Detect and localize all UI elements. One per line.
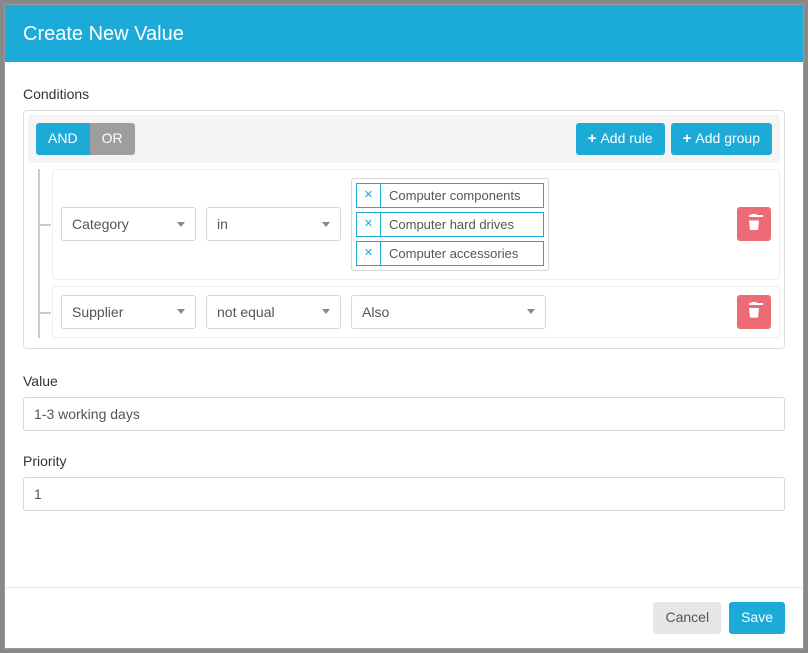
add-rule-button[interactable]: + Add rule: [576, 123, 665, 155]
tag-label: Computer hard drives: [381, 213, 543, 236]
field-value: Category: [72, 216, 129, 232]
conjunction-toggle: AND OR: [36, 123, 135, 155]
add-rule-label: Add rule: [600, 129, 652, 149]
value-label: Value: [23, 373, 785, 389]
modal-dialog: Create New Value Conditions AND OR + Add…: [4, 4, 804, 649]
trash-icon: [751, 214, 757, 216]
plus-icon: +: [588, 131, 597, 146]
value-multiselect[interactable]: ✕ Computer components ✕ Computer hard dr…: [351, 178, 549, 271]
tag-remove-icon[interactable]: ✕: [357, 242, 381, 265]
chevron-down-icon: [322, 309, 330, 314]
operator-select[interactable]: not equal: [206, 295, 341, 329]
chevron-down-icon: [527, 309, 535, 314]
operator-value: not equal: [217, 304, 275, 320]
priority-input[interactable]: [23, 477, 785, 511]
rules-container: Category in ✕ Computer components ✕: [38, 169, 780, 338]
add-group-button[interactable]: + Add group: [671, 123, 772, 155]
tag: ✕ Computer accessories: [356, 241, 544, 266]
trash-icon: [749, 218, 759, 230]
value-select[interactable]: Also: [351, 295, 546, 329]
chevron-down-icon: [177, 222, 185, 227]
operator-select[interactable]: in: [206, 207, 341, 241]
conditions-label: Conditions: [23, 86, 785, 102]
tag-remove-icon[interactable]: ✕: [357, 213, 381, 236]
delete-rule-button[interactable]: [737, 207, 771, 241]
modal-title: Create New Value: [23, 23, 184, 45]
field-select[interactable]: Category: [61, 207, 196, 241]
rule-row: Category in ✕ Computer components ✕: [52, 169, 780, 280]
value-input[interactable]: [23, 397, 785, 431]
modal-footer: Cancel Save: [5, 587, 803, 648]
tag-label: Computer components: [381, 184, 543, 207]
tag-label: Computer accessories: [381, 242, 543, 265]
trash-icon: [751, 302, 757, 304]
modal-body: Conditions AND OR + Add rule + Add group: [5, 62, 803, 587]
field-value: Supplier: [72, 304, 123, 320]
cancel-button[interactable]: Cancel: [653, 602, 721, 634]
modal-header: Create New Value: [5, 5, 803, 62]
chevron-down-icon: [322, 222, 330, 227]
operator-value: in: [217, 216, 228, 232]
tag-remove-icon[interactable]: ✕: [357, 184, 381, 207]
tag: ✕ Computer hard drives: [356, 212, 544, 237]
add-group-label: Add group: [695, 129, 760, 149]
field-select[interactable]: Supplier: [61, 295, 196, 329]
plus-icon: +: [683, 131, 692, 146]
delete-rule-button[interactable]: [737, 295, 771, 329]
tag: ✕ Computer components: [356, 183, 544, 208]
rule-row: Supplier not equal Also: [52, 286, 780, 338]
or-button[interactable]: OR: [90, 123, 135, 155]
and-button[interactable]: AND: [36, 123, 90, 155]
trash-icon: [749, 306, 759, 318]
value-text: Also: [362, 304, 389, 320]
qb-group-header: AND OR + Add rule + Add group: [28, 115, 780, 163]
save-button[interactable]: Save: [729, 602, 785, 634]
query-builder: AND OR + Add rule + Add group: [23, 110, 785, 349]
priority-label: Priority: [23, 453, 785, 469]
chevron-down-icon: [177, 309, 185, 314]
